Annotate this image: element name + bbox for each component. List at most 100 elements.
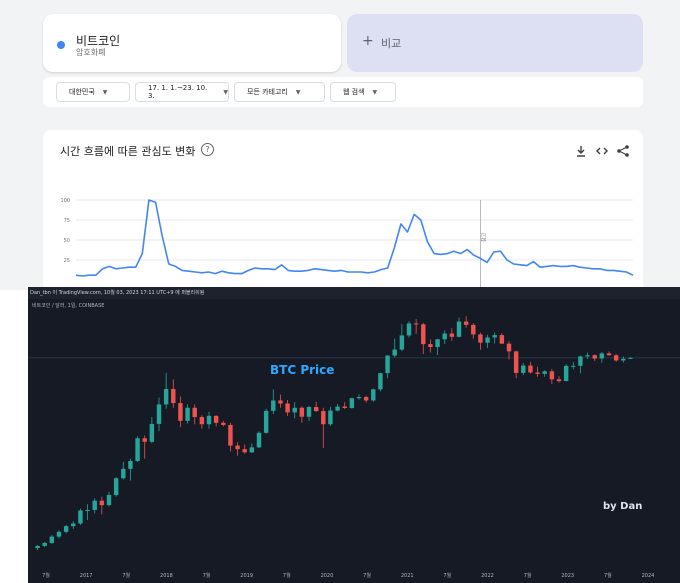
y-tick-label: 25	[64, 258, 70, 264]
x-tick-label: 7월	[524, 572, 532, 579]
region-filter-label: 대한민국	[69, 88, 95, 96]
y-tick-label: 50	[64, 238, 70, 244]
candle-body	[163, 388, 169, 405]
candle-body	[149, 423, 155, 442]
candle-body	[128, 461, 133, 469]
x-tick-label: 2023	[561, 573, 574, 579]
candle-body	[563, 365, 569, 382]
y-tick-label: 75	[64, 218, 70, 224]
candle-body	[299, 407, 305, 417]
compare-label: 비교	[381, 37, 402, 50]
candle-body	[378, 373, 383, 390]
candle-body	[406, 323, 412, 336]
candle-body	[328, 410, 333, 425]
btc-price-label: BTC Price	[270, 363, 335, 377]
candle-body	[356, 397, 362, 399]
chevron-down-icon: ▼	[295, 88, 301, 96]
symbol-info: 비트코인 / 달러, 1일, COINBASE	[32, 303, 105, 309]
candle-body	[442, 333, 447, 340]
plus-icon: +	[362, 33, 374, 49]
candle-body	[428, 344, 433, 348]
search-type-filter[interactable]: 웹 검색 ▼	[330, 82, 396, 102]
candle-body	[549, 371, 555, 380]
candle-body	[228, 424, 233, 446]
candle-body	[156, 404, 162, 424]
candle-body	[199, 417, 205, 425]
candle-body	[263, 410, 269, 433]
candle-body	[321, 411, 326, 425]
author-label: by Dan	[603, 501, 643, 512]
candle-body	[506, 343, 512, 352]
candle-body	[392, 349, 397, 356]
candle-body	[556, 379, 562, 382]
candle-body	[528, 365, 533, 373]
candle-body	[521, 365, 526, 373]
candle-body	[535, 372, 540, 374]
candle-body	[56, 531, 62, 537]
candle-body	[599, 353, 605, 359]
candle-body	[235, 445, 240, 450]
candle-body	[306, 407, 312, 417]
btc-candlestick-chart: 7월 2017 7월 2018 7월 2019 7월 2020 7월 2021 7월 2022 7월 20…	[28, 316, 680, 579]
interest-over-time-card: 시간 흐름에 따른 관심도 변화 ? 100 75 50 25 참고	[43, 130, 643, 290]
candle-body	[99, 500, 105, 506]
x-tick-label: 7월	[203, 572, 211, 579]
candle-body	[249, 447, 255, 453]
candle-body	[585, 355, 590, 357]
candle-body	[242, 449, 247, 453]
x-tick-label: 2019	[240, 573, 253, 579]
series-line-bitcoin	[75, 199, 634, 277]
date-range-filter[interactable]: 17. 1. 1.~23. 10. 3. ▼	[135, 82, 229, 102]
candle-body	[49, 536, 55, 543]
candle-body	[513, 351, 519, 373]
candle-body	[421, 324, 426, 345]
candle-body	[485, 337, 490, 343]
y-tick-label: 100	[60, 198, 70, 204]
candle-body	[471, 324, 476, 335]
candle-body	[78, 510, 83, 524]
screenshot-root: 비트코인 암호화폐 + 비교 대한민국 ▼ 17. 1. 1.~23. 10. 3…	[0, 0, 680, 583]
x-tick-label: 7월	[42, 572, 50, 579]
candle-body	[592, 355, 597, 359]
search-term-category: 암호화폐	[76, 48, 106, 57]
publish-header: Dan_tbn 이 TradingView.com, 10월 03, 2023 …	[28, 287, 680, 299]
x-tick-label: 7월	[443, 572, 451, 579]
candle-body	[335, 406, 340, 411]
candle-body	[435, 339, 440, 348]
x-tick-label: 7월	[122, 572, 130, 579]
note-marker-label[interactable]: 참고	[480, 232, 487, 242]
candle-body	[278, 400, 283, 404]
x-tick-label: 2020	[321, 573, 334, 579]
x-tick-label: 7월	[363, 572, 371, 579]
category-filter[interactable]: 모든 카테고리 ▼	[234, 82, 325, 102]
candle-body	[256, 432, 262, 448]
x-tick-label: 7월	[283, 572, 291, 579]
search-term-card[interactable]: 비트코인 암호화폐	[43, 14, 341, 72]
candle-body	[135, 438, 140, 462]
candle-body	[113, 478, 119, 495]
search-type-filter-label: 웹 검색	[343, 88, 365, 96]
candle-body	[63, 526, 69, 532]
candle-body	[271, 400, 276, 411]
x-tick-label: 2017	[80, 573, 93, 579]
candle-body	[178, 403, 183, 421]
candle-body	[42, 542, 47, 546]
x-tick-label: 2021	[401, 573, 414, 579]
candle-body	[413, 323, 419, 325]
candle-body	[92, 500, 97, 510]
candle-body	[578, 356, 583, 366]
x-tick-label: 2022	[481, 573, 494, 579]
candle-body	[171, 388, 176, 404]
candle-body	[371, 389, 376, 401]
x-tick-label: 2024	[642, 573, 655, 579]
candle-body	[71, 523, 76, 527]
category-filter-label: 모든 카테고리	[247, 88, 288, 96]
candle-body	[492, 335, 497, 338]
compare-button[interactable]: + 비교	[347, 14, 643, 72]
filter-bar: 대한민국 ▼ 17. 1. 1.~23. 10. 3. ▼ 모든 카테고리 ▼ 웹 검…	[43, 77, 643, 107]
chevron-down-icon: ▼	[372, 88, 378, 96]
candle-body	[571, 365, 576, 367]
region-filter[interactable]: 대한민국 ▼	[56, 82, 130, 102]
chevron-down-icon: ▼	[223, 88, 228, 96]
interest-line-chart: 100 75 50 25 참고	[60, 198, 634, 290]
